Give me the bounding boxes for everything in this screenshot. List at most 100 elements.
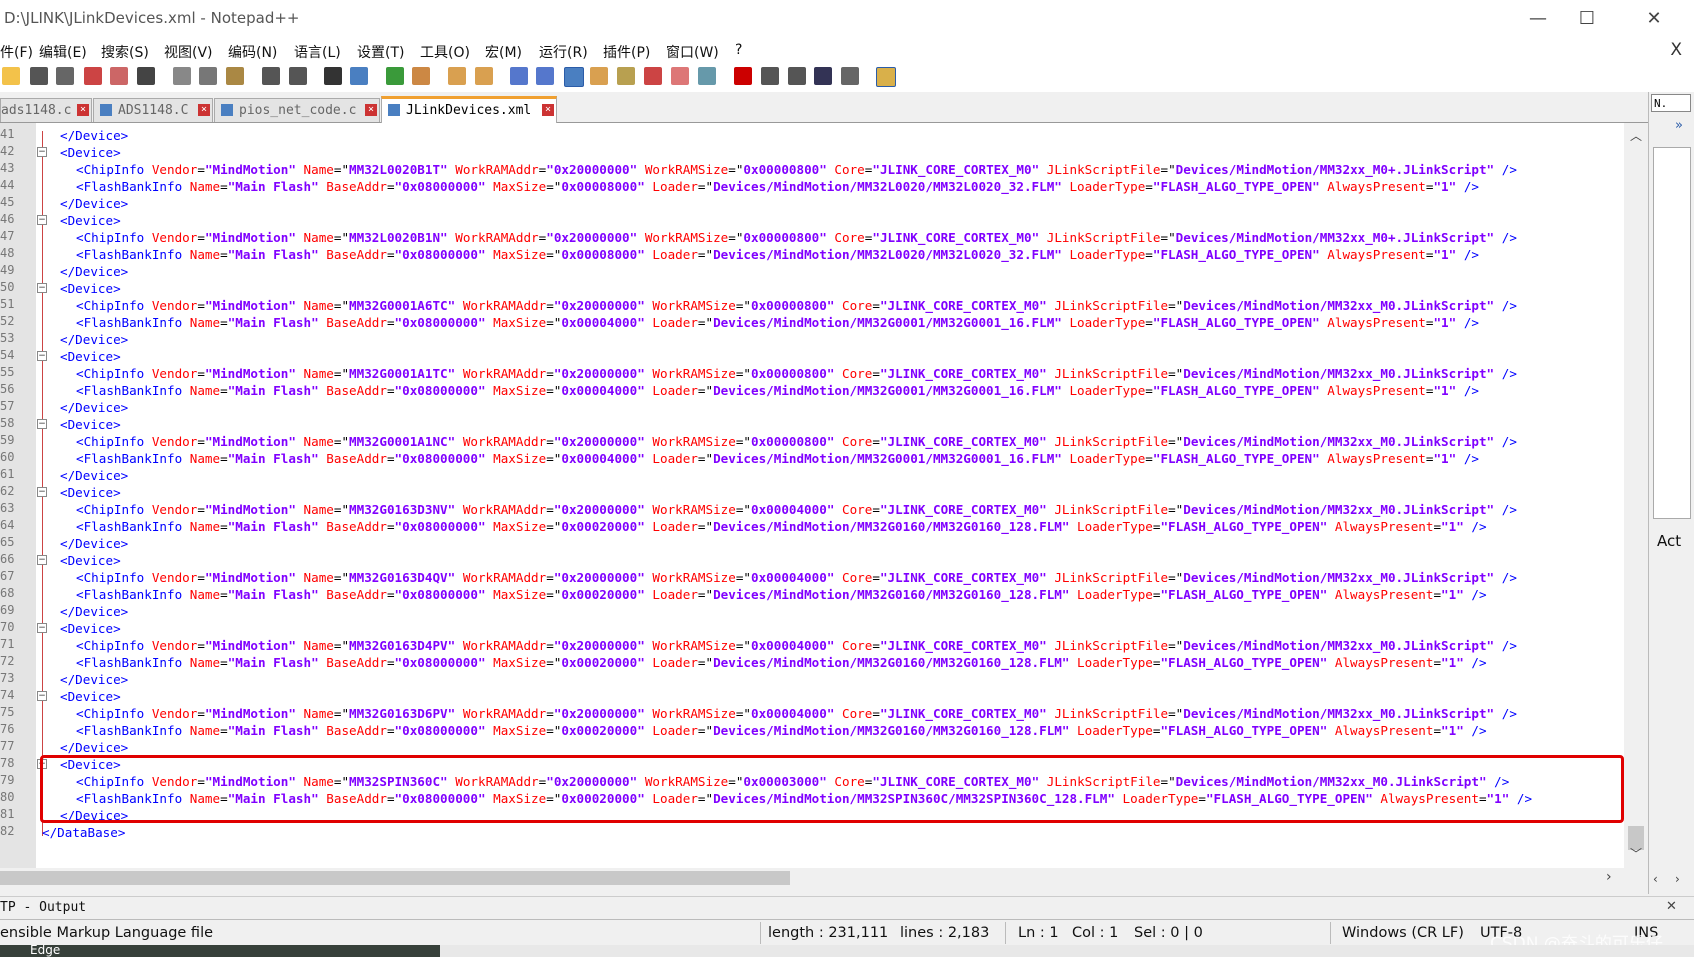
panel-header[interactable]: N. xyxy=(1651,94,1691,112)
code-line[interactable]: </Device> xyxy=(60,331,128,348)
menu-tools[interactable]: 工具(O) xyxy=(420,42,470,62)
copy-icon[interactable] xyxy=(199,67,217,85)
record-macro-icon[interactable] xyxy=(734,67,752,85)
tab-pios-net-code[interactable]: pios_net_code.c × xyxy=(214,98,380,122)
fold-toggle-icon[interactable]: − xyxy=(37,147,47,157)
code-line[interactable]: <FlashBankInfo Name="Main Flash" BaseAdd… xyxy=(76,586,1487,603)
code-line[interactable]: </Device> xyxy=(60,467,128,484)
undo-icon[interactable] xyxy=(262,67,280,85)
stop-macro-icon[interactable] xyxy=(761,67,779,85)
code-line[interactable]: <ChipInfo Vendor="MindMotion" Name="MM32… xyxy=(76,433,1517,450)
cut-icon[interactable] xyxy=(173,67,191,85)
code-line[interactable]: <Device> xyxy=(60,620,121,637)
code-line[interactable]: </DataBase> xyxy=(42,824,125,841)
menu-run[interactable]: 运行(R) xyxy=(539,42,588,62)
zoom-in-icon[interactable] xyxy=(386,67,404,85)
code-line[interactable]: <Device> xyxy=(60,416,121,433)
code-line[interactable]: <FlashBankInfo Name="Main Flash" BaseAdd… xyxy=(76,722,1487,739)
horizontal-scroll-thumb[interactable] xyxy=(0,871,790,885)
save-all-icon[interactable] xyxy=(56,67,74,85)
open-file-icon[interactable] xyxy=(2,67,20,85)
code-line[interactable]: <Device> xyxy=(60,552,121,569)
word-wrap-icon[interactable] xyxy=(510,67,528,85)
plugin-icon[interactable] xyxy=(876,67,896,87)
menu-window[interactable]: 窗口(W) xyxy=(666,42,719,62)
code-line[interactable]: <ChipInfo Vendor="MindMotion" Name="MM32… xyxy=(76,637,1517,654)
menu-plugins[interactable]: 插件(P) xyxy=(603,42,650,62)
menu-settings[interactable]: 设置(T) xyxy=(357,42,404,62)
code-line[interactable]: <ChipInfo Vendor="MindMotion" Name="MM32… xyxy=(76,365,1517,382)
vertical-scrollbar[interactable]: ︿ ﹀ xyxy=(1624,123,1648,868)
horizontal-scrollbar[interactable]: › xyxy=(0,868,1648,888)
save-macro-icon[interactable] xyxy=(841,67,859,85)
menu-edit[interactable]: 编辑(E) xyxy=(39,42,87,62)
scroll-up-icon[interactable]: ︿ xyxy=(1630,127,1642,144)
tab-ADS1148-C[interactable]: ADS1148.C × xyxy=(93,98,213,122)
panel-nav-left-icon[interactable]: ‹ xyxy=(1653,872,1658,886)
fold-toggle-icon[interactable]: − xyxy=(37,283,47,293)
tab-close-icon[interactable]: × xyxy=(77,104,89,116)
panel-list[interactable] xyxy=(1653,147,1691,519)
code-line[interactable]: <FlashBankInfo Name="Main Flash" BaseAdd… xyxy=(76,518,1487,535)
fold-toggle-icon[interactable]: − xyxy=(37,351,47,361)
code-line[interactable]: </Device> xyxy=(60,127,128,144)
code-line[interactable]: <ChipInfo Vendor="MindMotion" Name="MM32… xyxy=(76,569,1517,586)
scroll-right-icon[interactable]: › xyxy=(1606,869,1612,885)
code-line[interactable]: <FlashBankInfo Name="Main Flash" BaseAdd… xyxy=(76,314,1479,331)
output-close-icon[interactable]: ✕ xyxy=(1666,899,1677,914)
code-line[interactable]: <Device> xyxy=(60,144,121,161)
code-line[interactable]: <FlashBankInfo Name="Main Flash" BaseAdd… xyxy=(76,654,1487,671)
code-line[interactable]: <Device> xyxy=(60,348,121,365)
code-line[interactable]: <FlashBankInfo Name="Main Flash" BaseAdd… xyxy=(76,450,1479,467)
close-file-icon[interactable] xyxy=(84,67,102,85)
menu-encoding[interactable]: 编码(N) xyxy=(228,42,277,62)
fold-toggle-icon[interactable]: − xyxy=(37,555,47,565)
close-document-icon[interactable]: X xyxy=(1670,40,1682,60)
play-macro-icon[interactable] xyxy=(788,67,806,85)
document-map-icon[interactable] xyxy=(617,67,635,85)
tab-close-icon[interactable]: × xyxy=(198,104,210,116)
code-line[interactable]: <ChipInfo Vendor="MindMotion" Name="MM32… xyxy=(76,297,1517,314)
code-line[interactable]: <Device> xyxy=(60,280,121,297)
tab-close-icon[interactable]: × xyxy=(365,104,377,116)
code-line[interactable]: <ChipInfo Vendor="MindMotion" Name="MM32… xyxy=(76,705,1517,722)
fold-toggle-icon[interactable]: − xyxy=(37,623,47,633)
sync-vertical-icon[interactable] xyxy=(448,67,466,85)
monitoring-icon[interactable] xyxy=(698,67,716,85)
fold-toggle-icon[interactable]: − xyxy=(37,215,47,225)
expand-chevron-icon[interactable]: » xyxy=(1675,118,1683,133)
sync-horizontal-icon[interactable] xyxy=(475,67,493,85)
folder-workspace-icon[interactable] xyxy=(671,67,689,85)
fold-toggle-icon[interactable]: − xyxy=(37,419,47,429)
function-list-icon[interactable] xyxy=(644,67,662,85)
zoom-out-icon[interactable] xyxy=(412,67,430,85)
code-line[interactable]: <ChipInfo Vendor="MindMotion" Name="MM32… xyxy=(76,229,1517,246)
indent-guide-icon[interactable] xyxy=(564,67,584,87)
paste-icon[interactable] xyxy=(226,67,244,85)
code-line[interactable]: </Device> xyxy=(60,739,128,756)
maximize-button[interactable]: ☐ xyxy=(1567,6,1607,32)
redo-icon[interactable] xyxy=(289,67,307,85)
close-all-icon[interactable] xyxy=(110,67,128,85)
code-line[interactable]: <Device> xyxy=(60,212,121,229)
tab-jlinkdevices-xml[interactable]: JLinkDevices.xml × xyxy=(381,96,557,123)
show-all-chars-icon[interactable] xyxy=(536,67,554,85)
fold-toggle-icon[interactable]: − xyxy=(37,487,47,497)
code-line[interactable]: <ChipInfo Vendor="MindMotion" Name="MM32… xyxy=(76,161,1517,178)
menu-macro[interactable]: 宏(M) xyxy=(485,42,522,62)
user-language-icon[interactable] xyxy=(590,67,608,85)
code-line[interactable]: <ChipInfo Vendor="MindMotion" Name="MM32… xyxy=(76,501,1517,518)
run-multiple-macro-icon[interactable] xyxy=(814,67,832,85)
code-line[interactable]: </Device> xyxy=(60,263,128,280)
scroll-down-icon[interactable]: ﹀ xyxy=(1630,845,1642,862)
panel-nav-right-icon[interactable]: › xyxy=(1675,872,1680,886)
menu-help[interactable]: ? xyxy=(735,42,742,58)
code-line[interactable]: </Device> xyxy=(60,535,128,552)
fold-toggle-icon[interactable]: − xyxy=(37,691,47,701)
menu-language[interactable]: 语言(L) xyxy=(294,42,341,62)
save-icon[interactable] xyxy=(30,67,48,85)
code-line[interactable]: <Device> xyxy=(60,484,121,501)
code-line[interactable]: <FlashBankInfo Name="Main Flash" BaseAdd… xyxy=(76,382,1479,399)
tab-ads1148-c[interactable]: ads1148.c × xyxy=(0,98,92,122)
close-button[interactable]: ✕ xyxy=(1634,6,1674,32)
